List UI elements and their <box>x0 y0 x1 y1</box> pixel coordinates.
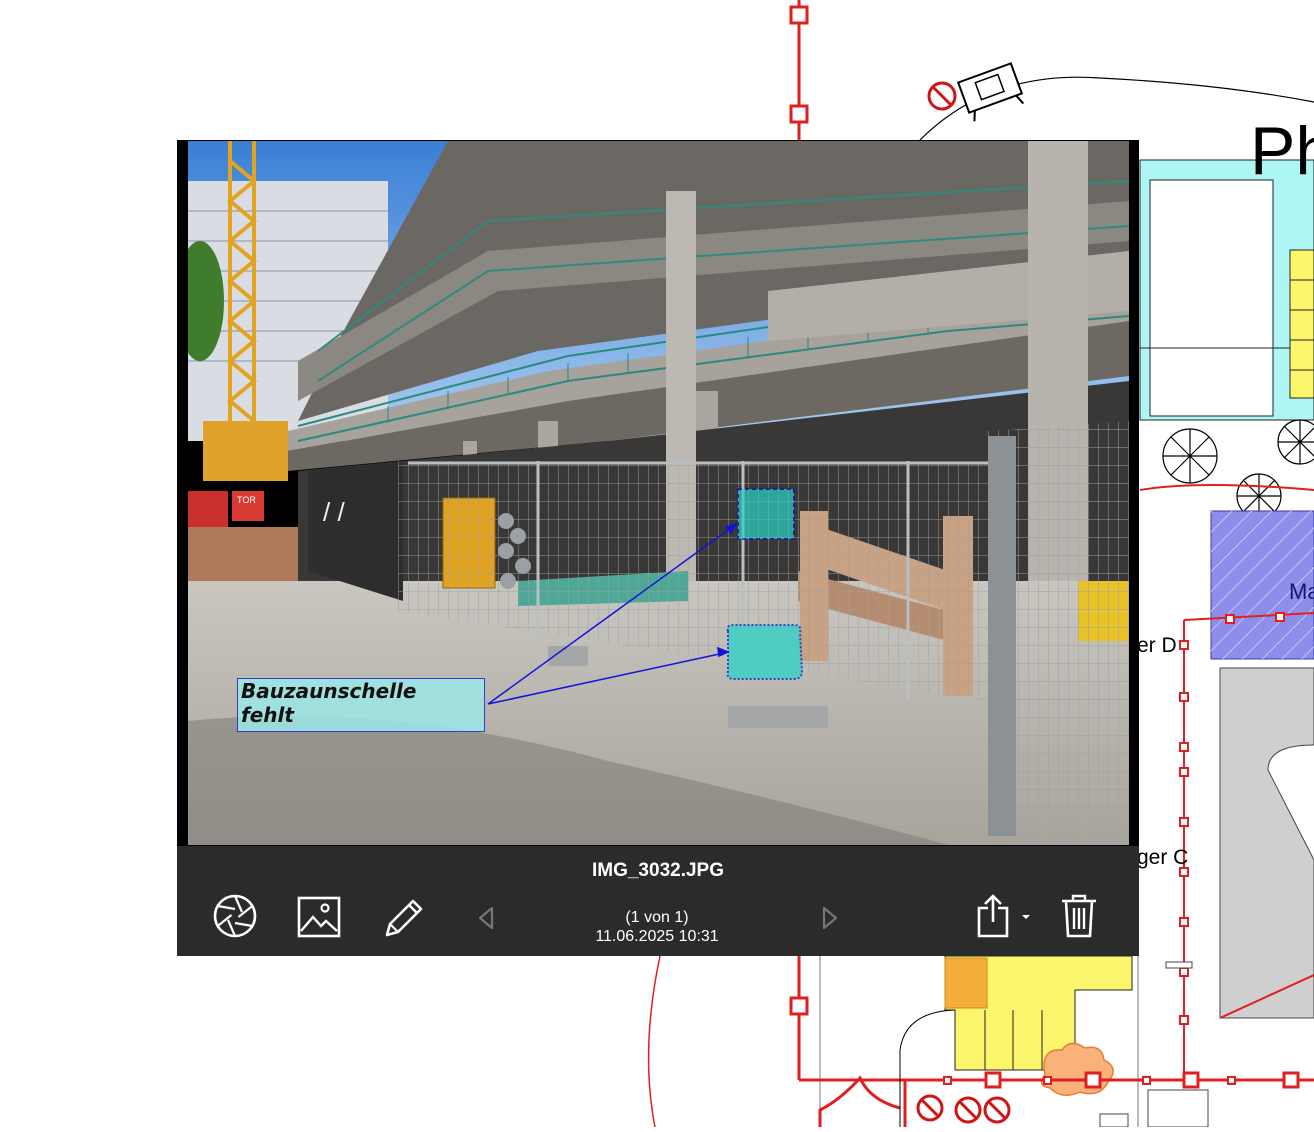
annotation-marker-lower[interactable] <box>726 624 804 680</box>
share-icon <box>977 894 1030 938</box>
camera-button[interactable] <box>211 892 259 940</box>
next-photo-button[interactable] <box>817 905 841 931</box>
plan-lager-c-label: ger C <box>1137 846 1189 869</box>
annotation-marker-upper[interactable] <box>737 488 795 540</box>
construction-site-photo: TOR / / <box>188 141 1129 845</box>
aperture-icon <box>213 894 257 938</box>
gallery-button[interactable] <box>296 895 342 939</box>
annotation-text-line1: Bauzaunschelle <box>241 679 417 703</box>
viewer-toolbar: IMG_3032.JPG (1 von 1) 11.06.2025 10:31 <box>177 846 1139 956</box>
plan-lager-d-label: er D <box>1137 634 1177 657</box>
trash-icon <box>1062 894 1096 938</box>
image-icon <box>297 896 341 938</box>
plan-title-fragment: Ph <box>1250 113 1314 189</box>
chevron-left-icon <box>478 906 494 930</box>
share-button[interactable] <box>975 892 1035 940</box>
plan-room-label: Ma <box>1289 579 1314 604</box>
chevron-right-icon <box>822 906 838 930</box>
photo-counter: (1 von 1) <box>625 909 689 926</box>
photo-viewer-panel: TOR / / Bauzaunschelle fehlt IMG_3032.JP… <box>177 140 1139 956</box>
annotation-text-line2: fehlt <box>241 703 294 727</box>
delete-button[interactable] <box>1059 892 1099 940</box>
photo-datetime: 11.06.2025 10:31 <box>595 928 719 945</box>
photo-image[interactable]: TOR / / Bauzaunschelle fehlt <box>188 141 1129 845</box>
edit-button[interactable] <box>381 895 427 941</box>
pencil-icon <box>385 899 423 937</box>
previous-photo-button[interactable] <box>475 905 499 931</box>
svg-text:/ /: / / <box>323 497 345 527</box>
photo-filename: IMG_3032.JPG <box>591 860 725 881</box>
annotation-callout[interactable]: Bauzaunschelle fehlt <box>237 678 485 732</box>
photo-sign-tor: TOR <box>237 495 256 505</box>
